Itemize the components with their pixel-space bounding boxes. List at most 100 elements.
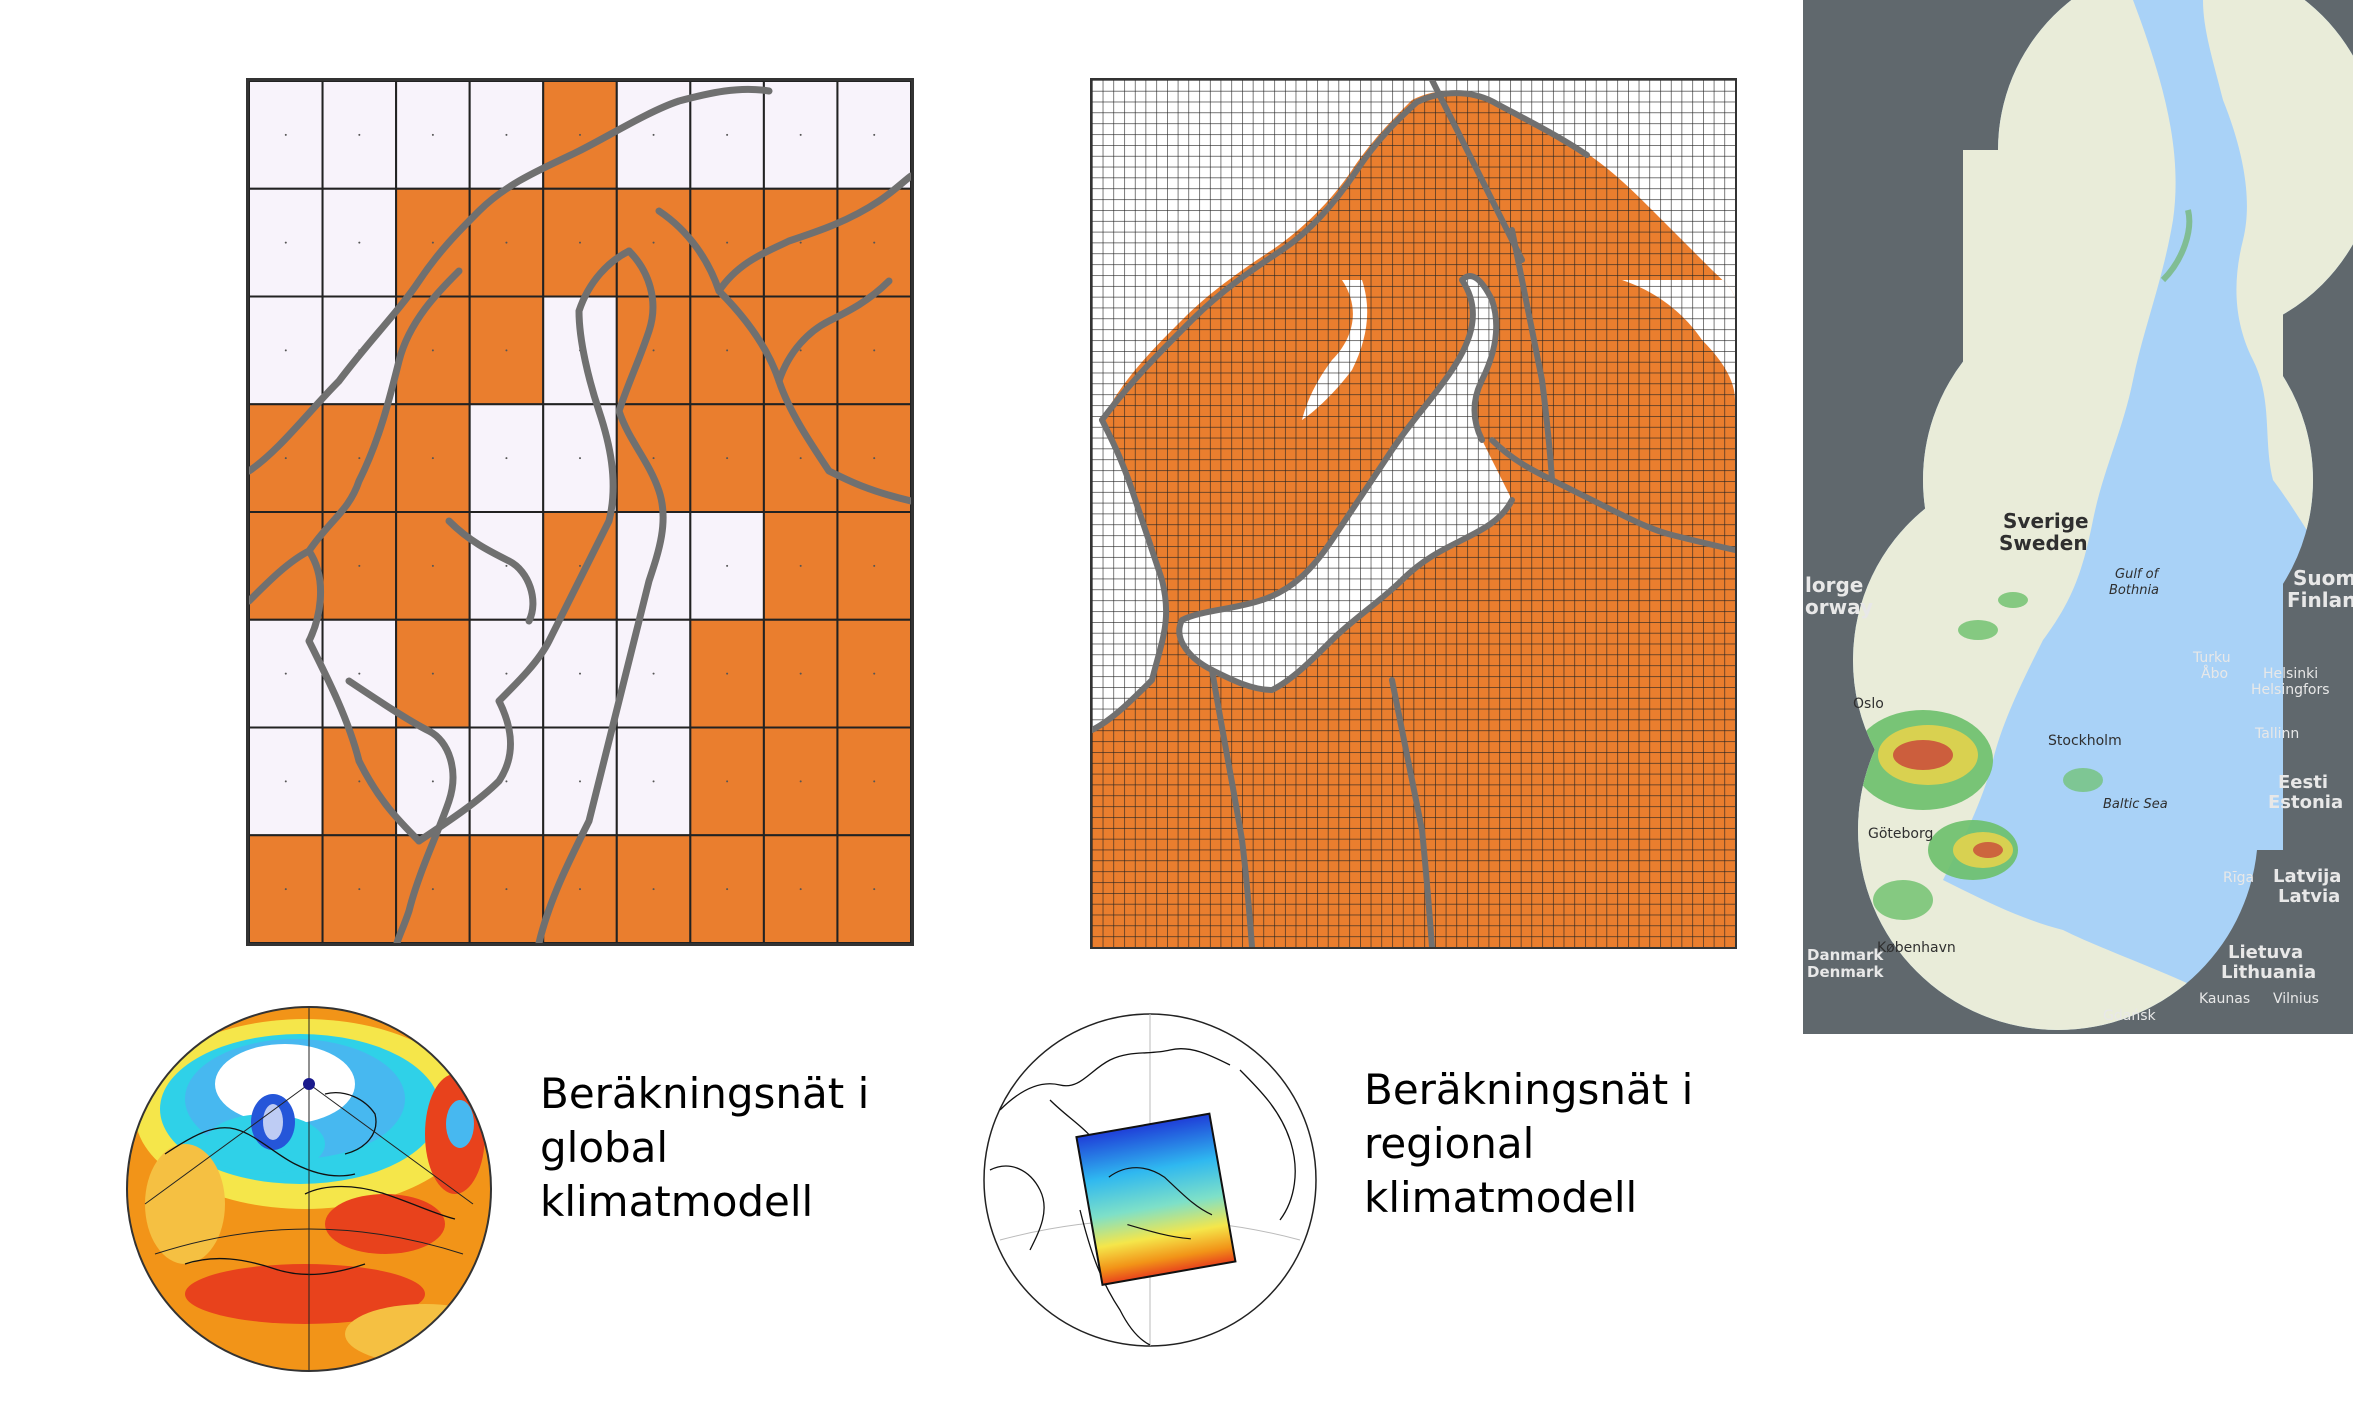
grid-cell-center-dot bbox=[358, 564, 361, 567]
label-country-ee-en: Estonia bbox=[2268, 792, 2343, 813]
grid-cell-center-dot bbox=[579, 133, 581, 136]
grid-cell-center-dot bbox=[358, 888, 361, 891]
grid-cell-center-dot bbox=[358, 241, 361, 244]
label-riga: Rīga bbox=[2223, 870, 2254, 886]
weather-radar-map: Sverige Sweden lorge orway Suom Finlan G… bbox=[1803, 0, 2353, 1034]
grid-cell-center-dot bbox=[799, 672, 802, 675]
grid-cell-center-dot bbox=[726, 133, 729, 136]
global-grid-svg bbox=[249, 81, 911, 943]
global-model-caption: Beräkningsnät i global klimatmodell bbox=[540, 1069, 870, 1226]
regional-model-caption: Beräkningsnät i regional klimatmodell bbox=[1364, 1065, 1694, 1222]
grid-cell-center-dot bbox=[431, 888, 434, 891]
grid-cell-center-dot bbox=[505, 564, 508, 567]
label-oslo: Oslo bbox=[1853, 696, 1884, 712]
global-model-globe bbox=[125, 1004, 493, 1374]
grid-cell-center-dot bbox=[358, 672, 361, 675]
grid-cell-center-dot bbox=[431, 133, 434, 136]
grid-cell-center-dot bbox=[358, 133, 361, 136]
grid-cell-center-dot bbox=[284, 780, 287, 783]
grid-cell-center-dot bbox=[505, 888, 508, 891]
grid-cell-center-dot bbox=[431, 457, 434, 460]
label-country-fi: Suom bbox=[2293, 566, 2353, 590]
grid-cell-center-dot bbox=[431, 672, 434, 675]
label-country-se: Sverige bbox=[2003, 509, 2089, 533]
label-turku: Turku bbox=[2192, 650, 2231, 666]
grid-cell-center-dot bbox=[799, 564, 802, 567]
grid-cell-center-dot bbox=[358, 780, 361, 783]
regional-fine-grid bbox=[1092, 80, 1735, 947]
regional-model-grid-map bbox=[1090, 78, 1737, 949]
grid-cell-center-dot bbox=[652, 457, 655, 460]
regional-globe-svg bbox=[983, 1013, 1317, 1347]
grid-cell-center-dot bbox=[579, 888, 581, 891]
grid-cell-center-dot bbox=[579, 241, 581, 244]
figure-canvas: Sverige Sweden lorge orway Suom Finlan G… bbox=[0, 0, 2353, 1421]
grid-cell-center-dot bbox=[431, 241, 434, 244]
grid-cell-center-dot bbox=[726, 241, 729, 244]
grid-cell-center-dot bbox=[873, 457, 876, 460]
label-bothnia: Bothnia bbox=[2109, 583, 2159, 598]
label-country-ee: Eesti bbox=[2278, 772, 2328, 793]
grid-cell-center-dot bbox=[873, 133, 876, 136]
global-globe-svg bbox=[126, 1006, 492, 1372]
global-model-grid-map bbox=[246, 78, 914, 946]
grid-cell-center-dot bbox=[799, 133, 802, 136]
grid-cell-center-dot bbox=[505, 672, 508, 675]
grid-cell-center-dot bbox=[284, 672, 287, 675]
grid-cell-center-dot bbox=[652, 133, 655, 136]
label-country-no: lorge bbox=[1805, 573, 1863, 597]
global-grid-cells bbox=[249, 81, 911, 943]
grid-cell-center-dot bbox=[873, 780, 876, 783]
grid-cell-center-dot bbox=[579, 672, 581, 675]
grid-cell-center-dot bbox=[284, 241, 287, 244]
label-vilnius: Vilnius bbox=[2273, 991, 2319, 1007]
grid-cell-center-dot bbox=[284, 133, 287, 136]
north-pole-marker bbox=[303, 1078, 315, 1090]
grid-cell-center-dot bbox=[652, 349, 655, 352]
grid-cell-center-dot bbox=[652, 672, 655, 675]
grid-cell-center-dot bbox=[505, 241, 508, 244]
grid-cell-center-dot bbox=[505, 780, 508, 783]
label-abo: Åbo bbox=[2201, 665, 2228, 682]
label-country-lt-en: Lithuania bbox=[2221, 962, 2316, 983]
grid-cell-center-dot bbox=[799, 780, 802, 783]
grid-cell-center-dot bbox=[873, 672, 876, 675]
grid-cell-center-dot bbox=[579, 457, 581, 460]
grid-cell-center-dot bbox=[726, 780, 729, 783]
label-goteborg: Göteborg bbox=[1868, 826, 1933, 842]
regional-grid-svg bbox=[1092, 80, 1735, 947]
grid-cell-center-dot bbox=[652, 241, 655, 244]
regional-domain bbox=[1075, 1112, 1237, 1287]
label-tallinn: Tallinn bbox=[2254, 726, 2299, 742]
grid-cell-center-dot bbox=[431, 564, 434, 567]
grid-cell-center-dot bbox=[505, 349, 508, 352]
label-helsinki: Helsinki bbox=[2263, 666, 2318, 682]
label-stockholm: Stockholm bbox=[2048, 733, 2122, 749]
grid-cell-center-dot bbox=[873, 888, 876, 891]
grid-cell-center-dot bbox=[284, 888, 287, 891]
label-country-dk: Danmark bbox=[1807, 946, 1884, 964]
grid-cell-center-dot bbox=[726, 888, 729, 891]
label-gdansk: Gdańsk bbox=[2103, 1008, 2156, 1024]
grid-cell-center-dot bbox=[726, 672, 729, 675]
grid-cell-center-dot bbox=[873, 241, 876, 244]
regional-model-globe bbox=[980, 1010, 1320, 1350]
grid-cell-center-dot bbox=[873, 349, 876, 352]
grid-cell-center-dot bbox=[652, 780, 655, 783]
grid-cell-center-dot bbox=[726, 564, 729, 567]
grid-cell-center-dot bbox=[431, 349, 434, 352]
grid-cell-center-dot bbox=[505, 133, 508, 136]
label-country-lv-en: Latvia bbox=[2278, 886, 2340, 907]
label-country-dk-en: Denmark bbox=[1807, 963, 1884, 981]
label-baltic-sea: Baltic Sea bbox=[2103, 797, 2168, 812]
grid-cell-center-dot bbox=[579, 564, 581, 567]
grid-cell-center-dot bbox=[726, 349, 729, 352]
grid-cell-center-dot bbox=[358, 457, 361, 460]
grid-cell-center-dot bbox=[431, 780, 434, 783]
grid-cell-center-dot bbox=[652, 888, 655, 891]
radar-map-svg: Sverige Sweden lorge orway Suom Finlan G… bbox=[1803, 0, 2353, 1034]
label-kaunas: Kaunas bbox=[2199, 991, 2250, 1007]
grid-cell-center-dot bbox=[799, 888, 802, 891]
grid-cell-center-dot bbox=[873, 564, 876, 567]
label-helsingfors: Helsingfors bbox=[2251, 682, 2330, 698]
